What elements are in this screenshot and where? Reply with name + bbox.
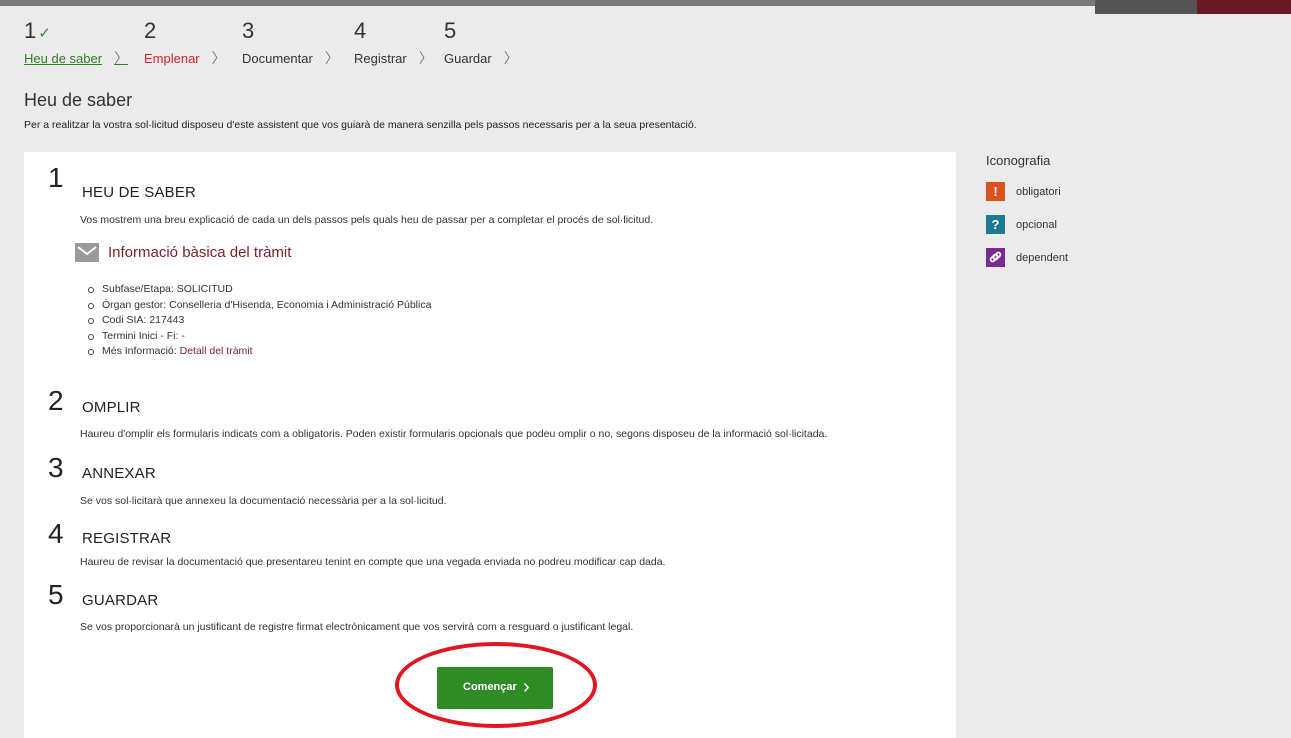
step-1[interactable]: 1 ✓ Heu de saber 〉 bbox=[24, 18, 128, 66]
chevron-right-icon: 〉 bbox=[211, 50, 226, 66]
info-item: Subfase/Etapa: SOLICITUD bbox=[86, 282, 431, 298]
legend-title: Iconografia bbox=[986, 153, 1051, 168]
section-3-number: 3 bbox=[48, 452, 64, 483]
step-label[interactable]: Registrar 〉 bbox=[354, 50, 433, 67]
step-label[interactable]: Documentar 〉 bbox=[242, 50, 339, 67]
section-1-number: 1 bbox=[48, 162, 64, 193]
step-label[interactable]: Heu de saber 〉 bbox=[24, 50, 128, 67]
start-button-label: Començar bbox=[463, 681, 517, 693]
legend-item-obligatori: ! obligatori bbox=[986, 182, 1061, 204]
chevron-right-icon: 〉 bbox=[324, 50, 339, 66]
info-list: Subfase/Etapa: SOLICITUD Òrgan gestor: C… bbox=[86, 282, 431, 360]
section-2-title: OMPLIR bbox=[82, 399, 141, 416]
chevron-right-icon: › bbox=[523, 676, 530, 698]
info-title: Informació bàsica del tràmit bbox=[108, 244, 292, 261]
chevron-right-icon: 〉 bbox=[114, 50, 129, 66]
legend-label: opcional bbox=[1016, 219, 1057, 231]
section-2-description: Haureu d'omplir els formularis indicats … bbox=[80, 428, 828, 440]
link-icon bbox=[986, 248, 1005, 267]
step-number: 2 bbox=[144, 18, 157, 43]
section-4-number: 4 bbox=[48, 518, 64, 549]
question-icon: ? bbox=[986, 215, 1005, 234]
step-label[interactable]: Guardar 〉 bbox=[444, 50, 518, 67]
legend-item-dependent: dependent bbox=[986, 248, 1068, 270]
section-3-title: ANNEXAR bbox=[82, 465, 156, 482]
check-icon: ✓ bbox=[38, 25, 51, 42]
exclamation-icon: ! bbox=[986, 182, 1005, 201]
section-5-title: GUARDAR bbox=[82, 592, 159, 609]
top-bar bbox=[0, 0, 1291, 14]
chevron-right-icon: 〉 bbox=[418, 50, 433, 66]
page-intro: Per a realitzar la vostra sol·licitud di… bbox=[24, 119, 697, 131]
iconography-legend: Iconografia ! obligatori ? opcional depe… bbox=[986, 153, 1068, 281]
step-5[interactable]: 5 Guardar 〉 bbox=[444, 18, 518, 66]
section-1-description: Vos mostrem una breu explicació de cada … bbox=[80, 214, 654, 226]
step-number: 3 bbox=[242, 18, 255, 43]
step-2[interactable]: 2 Emplenar 〉 bbox=[144, 18, 226, 66]
top-bar-accent-dark bbox=[1095, 0, 1197, 14]
section-1-title: HEU DE SABER bbox=[82, 184, 197, 201]
legend-label: dependent bbox=[1016, 252, 1068, 264]
info-item: Òrgan gestor: Conselleria d'Hisenda, Eco… bbox=[86, 298, 431, 314]
info-item: Codi SIA: 217443 bbox=[86, 313, 431, 329]
section-5-description: Se vos proporcionarà un justificant de r… bbox=[80, 621, 634, 633]
section-4-description: Haureu de revisar la documentació que pr… bbox=[80, 556, 666, 568]
start-button[interactable]: Començar › bbox=[437, 667, 553, 709]
section-3-description: Se vos sol·licitarà que annexeu la docum… bbox=[80, 495, 447, 507]
step-number: 5 bbox=[444, 18, 457, 43]
envelope-icon bbox=[75, 243, 99, 262]
step-number: 4 bbox=[354, 18, 367, 43]
procedure-detail-link[interactable]: Detall del tràmit bbox=[180, 345, 253, 357]
legend-item-opcional: ? opcional bbox=[986, 215, 1057, 237]
section-2-number: 2 bbox=[48, 385, 64, 416]
legend-label: obligatori bbox=[1016, 186, 1061, 198]
section-5-number: 5 bbox=[48, 579, 64, 610]
step-label[interactable]: Emplenar 〉 bbox=[144, 50, 226, 67]
chevron-right-icon: 〉 bbox=[503, 50, 518, 66]
info-item-more: Més Informació: Detall del tràmit bbox=[86, 344, 431, 360]
section-4-title: REGISTRAR bbox=[82, 530, 172, 547]
step-number: 1 ✓ bbox=[24, 18, 51, 43]
info-item: Termini Inici - Fi: - bbox=[86, 329, 431, 345]
step-4[interactable]: 4 Registrar 〉 bbox=[354, 18, 433, 66]
page-title: Heu de saber bbox=[24, 90, 133, 110]
more-info-label: Més Informació: bbox=[102, 345, 180, 357]
top-bar-accent-red bbox=[1197, 0, 1291, 14]
main-card: 1 HEU DE SABER Vos mostrem una breu expl… bbox=[24, 152, 956, 738]
step-3[interactable]: 3 Documentar 〉 bbox=[242, 18, 339, 66]
